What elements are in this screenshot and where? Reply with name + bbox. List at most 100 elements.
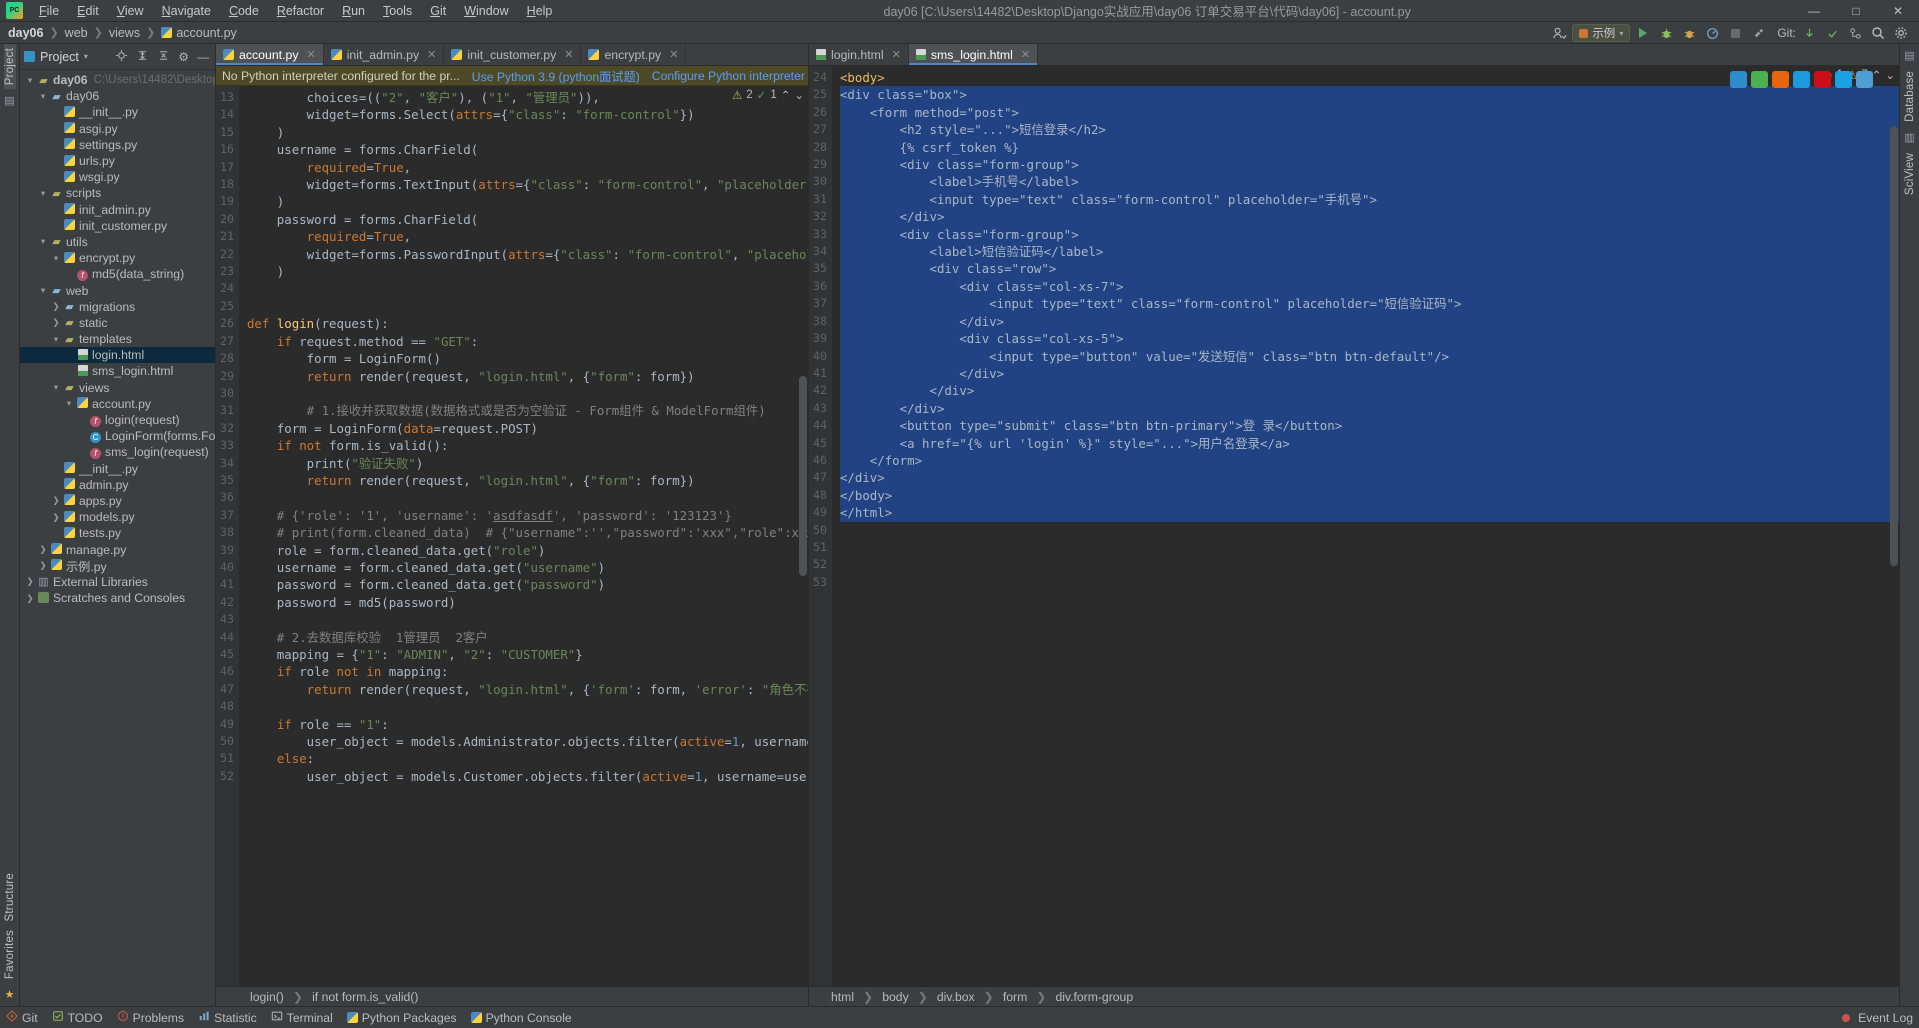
tree-item-models-py[interactable]: ❯ models.py <box>20 509 215 525</box>
menu-file[interactable]: File <box>30 2 68 20</box>
close-button[interactable]: ✕ <box>1877 0 1919 22</box>
code-line[interactable]: </html> <box>839 504 1899 522</box>
code-line[interactable]: if role == "1": <box>247 716 808 733</box>
menu-run[interactable]: Run <box>333 2 374 20</box>
status-git[interactable]: Git <box>6 1010 38 1025</box>
tree-item-account-py[interactable]: ▾ account.py <box>20 396 215 412</box>
chevron-right-icon[interactable]: ❯ <box>50 301 62 312</box>
editor-breadcrumb-item[interactable]: div.box <box>937 990 975 1004</box>
code-line[interactable]: </div> <box>839 208 1899 226</box>
search-everywhere-icon[interactable] <box>1868 24 1888 42</box>
tree-item-external-libraries[interactable]: ❯ External Libraries <box>20 574 215 590</box>
chevron-right-icon[interactable]: ❯ <box>24 593 36 604</box>
git-update-icon[interactable] <box>1799 24 1819 42</box>
settings-gear-icon[interactable] <box>1891 24 1911 42</box>
status-bar-right[interactable]: Event Log <box>1842 1011 1913 1025</box>
code-line[interactable]: mapping = {"1": "ADMIN", "2": "CUSTOMER"… <box>247 646 808 663</box>
html-editor-scrollbar[interactable] <box>1890 126 1898 566</box>
code-line[interactable] <box>247 611 808 628</box>
tree-item-utils[interactable]: ▾ ▰ utils <box>20 234 215 250</box>
menu-bar[interactable]: File Edit View Navigate Code Refactor Run Tools… <box>30 2 561 20</box>
close-tab-icon[interactable]: ✕ <box>1021 48 1030 61</box>
tree-item-urls-py[interactable]: urls.py <box>20 153 215 169</box>
debug-button[interactable] <box>1656 24 1676 42</box>
browser-preview-icons[interactable] <box>1730 71 1873 88</box>
collapse-all-icon[interactable] <box>155 49 172 65</box>
code-line[interactable]: <div class="col-xs-5"> <box>839 330 1899 348</box>
code-line[interactable]: user_object = models.Customer.objects.fi… <box>247 768 808 785</box>
code-line[interactable]: return render(request, "login.html", {"f… <box>247 472 808 489</box>
chevron-right-icon[interactable]: ❯ <box>24 576 36 587</box>
window-controls[interactable]: — □ ✕ <box>1793 0 1919 22</box>
expand-all-icon[interactable] <box>134 49 151 65</box>
tool-window-project[interactable]: Project <box>3 44 16 90</box>
code-line[interactable]: # {'role': '1', 'username': 'asdfasdf', … <box>247 507 808 524</box>
code-line[interactable]: username = forms.CharField( <box>247 141 808 158</box>
code-line[interactable]: def login(request): <box>247 315 808 332</box>
tree-item-sms-login-html[interactable]: sms_login.html <box>20 363 215 379</box>
code-line[interactable]: password = forms.CharField( <box>247 211 808 228</box>
tree-item-admin-py[interactable]: admin.py <box>20 477 215 493</box>
hide-panel-icon[interactable]: — <box>195 50 211 64</box>
tree-item-md5-data-string-[interactable]: md5(data_string) <box>20 266 215 282</box>
code-line[interactable]: return render(request, "login.html", {"f… <box>247 368 808 385</box>
close-tab-icon[interactable]: ✕ <box>306 48 315 61</box>
close-tab-icon[interactable]: ✕ <box>669 48 678 61</box>
chevron-down-icon[interactable]: ▾ <box>37 91 49 102</box>
edge-icon[interactable] <box>1730 71 1747 88</box>
prev-issue-icon[interactable]: ⌃ <box>781 88 791 102</box>
panel-gear-icon[interactable]: ⚙ <box>176 50 191 64</box>
code-line[interactable]: <h2 style="...">短信登录</h2> <box>839 121 1899 139</box>
chevron-right-icon[interactable]: ❯ <box>50 512 62 523</box>
status-python-console[interactable]: Python Console <box>471 1011 572 1025</box>
code-line[interactable]: </div> <box>839 382 1899 400</box>
python-code-text[interactable]: choices=(("2", "客户"), ("1", "管理员")), wid… <box>239 86 808 986</box>
chevron-right-icon[interactable]: ❯ <box>50 317 62 328</box>
code-line[interactable]: # print(form.cleaned_data) # {"username"… <box>247 524 808 541</box>
code-line[interactable]: <input type="text" class="form-control" … <box>839 190 1899 209</box>
tree-item-init-customer-py[interactable]: init_customer.py <box>20 218 215 234</box>
chevron-right-icon[interactable]: ❯ <box>37 560 49 571</box>
tree-item-tests-py[interactable]: tests.py <box>20 525 215 541</box>
code-line[interactable]: else: <box>247 750 808 767</box>
code-line[interactable]: </body> <box>839 486 1899 505</box>
menu-edit[interactable]: Edit <box>68 2 108 20</box>
configure-interpreter-link[interactable]: Configure Python interpreter <box>652 69 805 83</box>
tree-item-views[interactable]: ▾ ▰ views <box>20 380 215 396</box>
tree-item-loginform-forms-for[interactable]: LoginForm(forms.For <box>20 428 215 444</box>
tree-item-day06[interactable]: ▾ ▰ day06 C:\Users\14482\Desktop\[ <box>20 72 215 88</box>
chromium-icon[interactable] <box>1856 71 1873 88</box>
python-code-area[interactable]: 13 14 15 16 17 18 19 20 21 22 23 24 25 26 27 28 29 30 31 32… <box>216 86 808 986</box>
code-line[interactable]: password = md5(password) <box>247 594 808 611</box>
tree-item-encrypt-py[interactable]: ▾ encrypt.py <box>20 250 215 266</box>
git-commit-icon[interactable] <box>1822 24 1842 42</box>
editor-tabs-html[interactable]: login.html ✕ sms_login.html ✕ <box>809 44 1899 66</box>
status-todo[interactable]: TODO <box>52 1010 103 1025</box>
code-line[interactable]: </div> <box>839 312 1899 331</box>
main-toolbar[interactable]: 示例 ▾ Git: <box>1549 22 1919 44</box>
python-editor-breadcrumb[interactable]: login() ❯ if not form.is_valid() <box>216 986 808 1006</box>
tree-item-init-admin-py[interactable]: init_admin.py <box>20 202 215 218</box>
sciview-icon[interactable]: ▥ <box>1904 131 1914 144</box>
breadcrumb-item-account-py[interactable]: account.py <box>161 26 236 40</box>
tree-item-manage-py[interactable]: ❯ manage.py <box>20 541 215 557</box>
chrome-icon[interactable] <box>1751 71 1768 88</box>
code-line[interactable]: choices=(("2", "客户"), ("1", "管理员")), <box>247 89 808 106</box>
firefox-icon[interactable] <box>1772 71 1789 88</box>
menu-tools[interactable]: Tools <box>374 2 421 20</box>
use-python-39-link[interactable]: Use Python 3.9 (python面试题) <box>472 67 640 85</box>
folder-icon[interactable]: ▤ <box>4 94 14 107</box>
html-editor-breadcrumb[interactable]: html ❯ body ❯ div.box ❯ form ❯ div.form-group <box>809 986 1899 1006</box>
code-line[interactable] <box>840 522 1899 539</box>
chevron-down-icon[interactable]: ▾ <box>37 236 49 247</box>
editor-tab-login-html[interactable]: login.html ✕ <box>809 44 909 65</box>
user-avatar-icon[interactable] <box>1549 24 1569 42</box>
code-line[interactable] <box>247 298 808 315</box>
breadcrumb-item-web[interactable]: web <box>65 26 88 40</box>
tree-item----py[interactable]: ❯ 示例.py <box>20 558 215 574</box>
editor-tab-sms-login-html[interactable]: sms_login.html ✕ <box>908 44 1039 65</box>
code-line[interactable]: <div class="form-group"> <box>839 156 1899 174</box>
status-bar-items[interactable]: Git TODO Problems Statistic Terminal Python P… <box>6 1010 572 1025</box>
code-line[interactable]: if role not in mapping: <box>247 663 808 680</box>
run-configuration-selector[interactable]: 示例 ▾ <box>1572 24 1631 42</box>
